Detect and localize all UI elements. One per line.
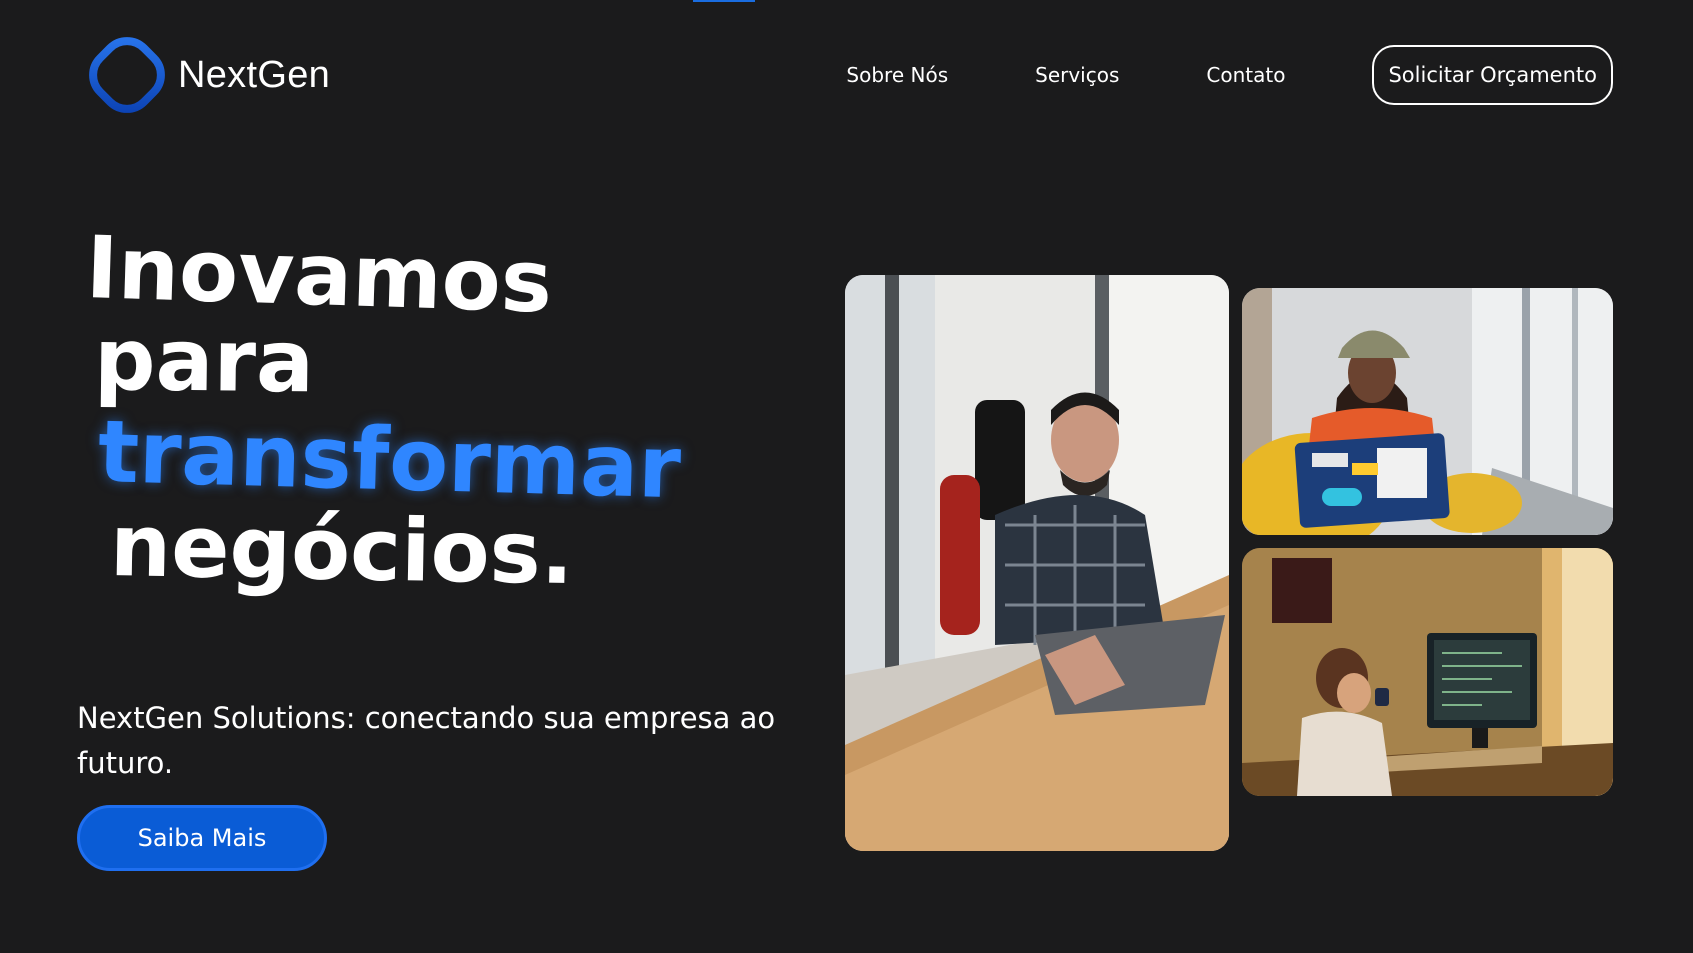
brand[interactable]: NextGen (86, 34, 330, 116)
site-header: NextGen Sobre Nós Serviços Contato Solic… (86, 34, 1613, 116)
photo-boy-computer-image (1242, 548, 1613, 796)
scroll-progress-indicator (693, 0, 755, 2)
learn-more-button[interactable]: Saiba Mais (77, 805, 327, 871)
photo-woman-laptop-image (1242, 288, 1613, 535)
nav-link-servicos[interactable]: Serviços (1035, 63, 1119, 87)
brand-name: NextGen (178, 53, 331, 96)
hero-title: Inovamos para transformar negócios. (84, 218, 766, 604)
nextgen-logo-icon (89, 37, 165, 113)
nav-link-contato[interactable]: Contato (1206, 63, 1285, 87)
request-quote-button[interactable]: Solicitar Orçamento (1372, 45, 1613, 105)
main-nav: Sobre Nós Serviços Contato Solicitar Orç… (846, 45, 1613, 105)
photo-boy-computer (1242, 548, 1613, 796)
photo-man-laptop (845, 275, 1229, 851)
hero-title-line-4: negócios. (109, 496, 575, 605)
hero-subtitle: NextGen Solutions: conectando sua empres… (77, 701, 776, 780)
photo-woman-laptop (1242, 288, 1613, 535)
nav-link-sobre-nos[interactable]: Sobre Nós (846, 63, 948, 87)
landing-page: NextGen Sobre Nós Serviços Contato Solic… (0, 0, 1693, 953)
hero-title-line-2: para (93, 310, 315, 413)
photo-man-laptop-image (845, 275, 1229, 851)
